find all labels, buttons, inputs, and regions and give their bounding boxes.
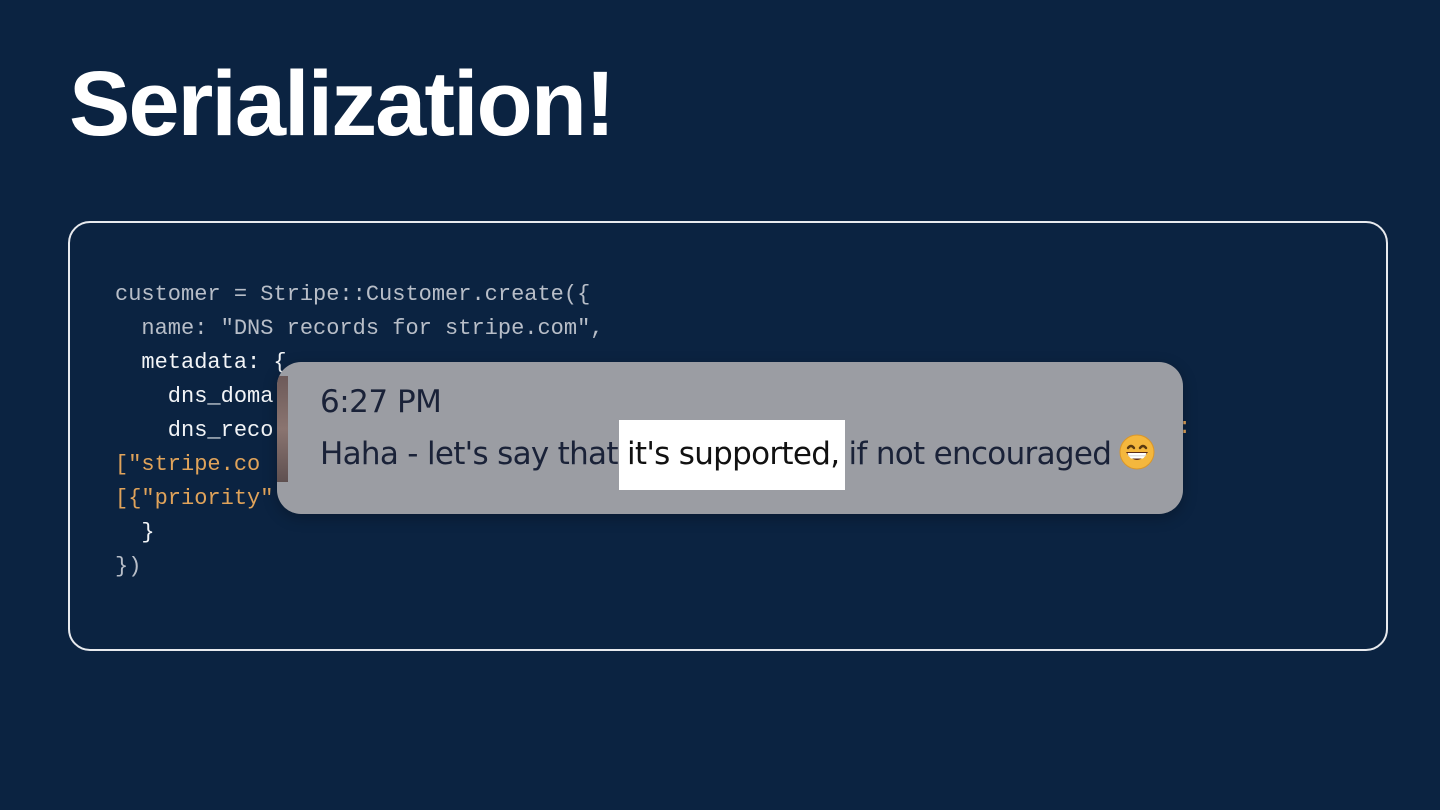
avatar <box>277 376 288 482</box>
code-line: name: "DNS records for stripe.com", <box>115 316 604 341</box>
message-text: Haha - let's say that it's supported, if… <box>320 420 1155 490</box>
message-text-before: Haha - let's say that <box>320 436 627 472</box>
chat-message-popup: 6:27 PM Haha - let's say that it's suppo… <box>277 362 1183 514</box>
grinning-face-icon <box>1119 434 1155 470</box>
code-line: customer = Stripe::Customer.create({ <box>115 282 591 307</box>
message-timestamp: 6:27 PM <box>320 384 442 420</box>
message-text-after: if not encouraged <box>839 436 1112 472</box>
code-line: }) <box>115 554 142 579</box>
slide-title: Serialization! <box>69 53 616 155</box>
message-highlight: it's supported, <box>618 420 846 490</box>
code-line: } <box>115 520 155 545</box>
